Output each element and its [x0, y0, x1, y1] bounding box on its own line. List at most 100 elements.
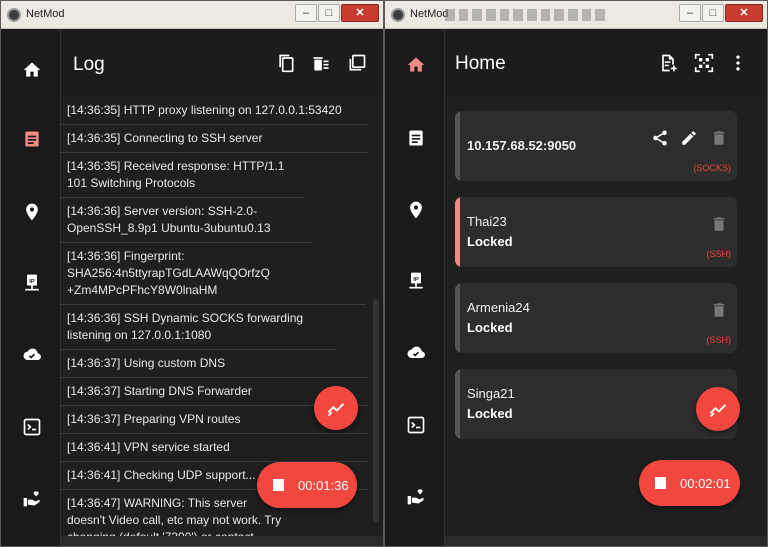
stop-timer-button[interactable]: 00:02:01	[639, 460, 740, 506]
server-indicator	[455, 197, 460, 267]
edit-button[interactable]	[680, 129, 698, 147]
server-name: Singa21	[467, 386, 515, 401]
copy-button[interactable]	[276, 53, 296, 73]
more-vert-icon	[736, 55, 740, 71]
nav-ip[interactable]: IP	[405, 270, 427, 292]
maximize-button[interactable]: □	[318, 4, 340, 22]
timer-text: 00:01:36	[298, 477, 349, 493]
terminal-icon	[23, 418, 41, 436]
speed-fab[interactable]	[696, 387, 740, 431]
nav-terminal[interactable]	[21, 416, 43, 438]
add-config-icon	[662, 54, 677, 72]
terminal-icon	[407, 416, 425, 434]
server-type: (SSH)	[706, 249, 732, 259]
server-indicator	[455, 369, 460, 439]
timer-text: 00:02:01	[680, 475, 731, 491]
log-entry: [14:36:41] VPN service started	[61, 434, 368, 462]
app-bar: Log	[61, 29, 383, 97]
more-menu-button[interactable]	[728, 53, 748, 73]
copy-all-icon	[349, 54, 366, 71]
share-button[interactable]	[651, 129, 669, 147]
nav-log[interactable]	[405, 127, 427, 149]
minimize-button[interactable]: –	[679, 4, 701, 22]
server-card[interactable]: Singa21 Locked	[455, 369, 737, 439]
clear-log-button[interactable]	[311, 53, 331, 73]
nav-location[interactable]	[21, 201, 43, 223]
title-bar[interactable]: NetMod – □ ✕	[385, 1, 767, 29]
title-bar[interactable]: NetMod – □ ✕	[1, 1, 383, 29]
trash-icon	[713, 131, 725, 145]
speed-fab[interactable]	[314, 386, 358, 430]
server-card[interactable]: Thai23 Locked (SSH)	[455, 197, 737, 267]
server-card[interactable]: 10.157.68.52:9050 (SOCKS)	[455, 111, 737, 181]
edit-icon	[682, 131, 696, 145]
log-entry: [14:36:37] Using custom DNS	[61, 350, 368, 378]
server-indicator	[455, 283, 460, 353]
page-title: Log	[73, 54, 105, 75]
stop-icon	[655, 477, 666, 489]
app-bar: Home	[445, 29, 767, 97]
clear-log-icon	[313, 57, 329, 71]
delete-button[interactable]	[710, 215, 728, 233]
trend-icon	[327, 403, 345, 417]
server-status: Locked	[467, 406, 513, 421]
nav-support[interactable]	[405, 485, 427, 507]
nav-cloud[interactable]	[405, 342, 427, 364]
stop-icon	[273, 479, 284, 491]
cloud-check-icon	[407, 346, 425, 359]
server-card[interactable]: Armenia24 Locked (SSH)	[455, 283, 737, 353]
log-entry: [14:36:36] Fingerprint: SHA256:4n5ttyrap…	[61, 243, 366, 305]
log-icon	[25, 131, 39, 147]
svg-text:IP: IP	[413, 277, 419, 283]
stop-timer-button[interactable]: 00:01:36	[257, 462, 357, 508]
close-button[interactable]: ✕	[341, 4, 379, 22]
trend-icon	[709, 404, 727, 418]
qr-scan-button[interactable]	[694, 53, 714, 73]
home-window: NetMod – □ ✕ IP Home 10.157.68.52:9050 (…	[384, 0, 768, 547]
server-status: Locked	[467, 320, 513, 335]
log-entry: [14:36:35] HTTP proxy listening on 127.0…	[61, 97, 368, 125]
window-title: NetMod	[410, 8, 449, 20]
log-entry: [14:36:47] WARNING: This server doesn't …	[61, 490, 293, 536]
title-blur	[445, 9, 606, 21]
nav-location[interactable]	[405, 199, 427, 221]
log-entry: [14:36:35] Received response: HTTP/1.1 1…	[61, 153, 305, 198]
nav-log[interactable]	[21, 128, 43, 150]
share-icon	[653, 130, 667, 146]
nav-cloud[interactable]	[21, 344, 43, 366]
nav-ip[interactable]: IP	[21, 272, 43, 294]
location-icon	[410, 201, 422, 219]
nav-rail: IP	[385, 29, 445, 546]
delete-button[interactable]	[710, 301, 728, 319]
hand-heart-icon	[23, 491, 40, 507]
delete-button[interactable]	[710, 129, 728, 147]
nav-terminal[interactable]	[405, 414, 427, 436]
trash-icon	[713, 217, 725, 231]
app-icon	[7, 8, 21, 22]
server-status: Locked	[467, 234, 513, 249]
log-window: NetMod – □ ✕ IP Log [14:36:35] HTTP prox…	[0, 0, 384, 547]
location-icon	[26, 203, 38, 221]
copy-all-button[interactable]	[347, 53, 367, 73]
hand-heart-icon	[407, 489, 424, 505]
nav-home[interactable]	[405, 54, 427, 76]
log-scrollbar[interactable]	[373, 101, 379, 532]
nav-support[interactable]	[21, 487, 43, 509]
nav-rail: IP	[1, 29, 61, 546]
log-entry: [14:36:35] Connecting to SSH server	[61, 125, 368, 153]
svg-text:IP: IP	[29, 279, 35, 285]
minimize-button[interactable]: –	[295, 4, 317, 22]
add-config-button[interactable]	[658, 53, 678, 73]
server-type: (SSH)	[706, 335, 732, 345]
server-type: (SOCKS)	[693, 163, 731, 173]
log-entry: [14:36:36] Server version: SSH-2.0-OpenS…	[61, 198, 313, 243]
maximize-button[interactable]: □	[702, 4, 724, 22]
close-button[interactable]: ✕	[725, 4, 763, 22]
home-icon	[23, 62, 41, 77]
server-name: Armenia24	[467, 300, 530, 315]
qr-scan-icon	[694, 53, 714, 73]
trash-icon	[713, 303, 725, 317]
scroll-thumb[interactable]	[373, 299, 379, 522]
ip-icon: IP	[409, 272, 423, 289]
nav-home[interactable]	[21, 59, 43, 81]
